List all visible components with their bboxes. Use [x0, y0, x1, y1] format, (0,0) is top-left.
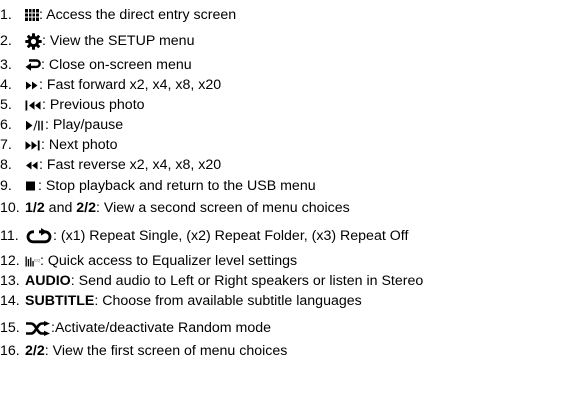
item-description: : View the SETUP menu — [42, 33, 195, 49]
item-number: 3. — [0, 57, 12, 73]
item-number: 1. — [0, 7, 12, 23]
item-description: : View the first screen of menu choices — [44, 343, 288, 359]
repeat-icon — [25, 228, 53, 244]
list-item: 7. : Next photo — [0, 134, 118, 156]
list-item: 8. : Fast reverse x2, x4, x8, x20 — [0, 154, 221, 176]
list-item: 1. : Access the direct entry screen — [0, 4, 236, 26]
list-item: 6. : Play/pause — [0, 114, 123, 136]
direct-entry-grid-icon — [25, 9, 39, 21]
page-two-label: 2/2 — [25, 343, 45, 359]
audio-label: AUDIO — [25, 273, 71, 289]
page-two-label: 2/2 — [76, 200, 97, 216]
item-number: 13. — [0, 273, 20, 289]
item-description: : Quick access to Equalizer level settin… — [40, 253, 298, 269]
list-item: 3. : Close on-screen menu — [0, 54, 192, 76]
return-arrow-icon — [25, 58, 41, 72]
list-item: 9. : Stop playback and return to the USB… — [0, 175, 316, 197]
item-description: : Access the direct entry screen — [39, 7, 237, 23]
list-item: 4. : Fast forward x2, x4, x8, x20 — [0, 74, 221, 96]
previous-track-icon — [25, 100, 42, 111]
list-item: 11. : (x1) Repeat Single, (x2) Repeat Fo… — [0, 225, 408, 247]
item-number: 6. — [0, 117, 12, 133]
list-item: 12. EQ : Quick access to Equalizer level… — [0, 250, 297, 272]
remote-control-legend: 1. : Access the direct entry screen 2.:… — [0, 0, 572, 396]
item-number: 16. — [0, 343, 20, 359]
list-item: 15. :Activate/deactivate Random mode — [0, 317, 271, 339]
item-description: : Fast forward x2, x4, x8, x20 — [39, 77, 222, 93]
list-item: 5. : Previous photo — [0, 94, 145, 116]
item-description: :Activate/deactivate Random mode — [51, 320, 272, 336]
stop-icon — [25, 181, 38, 191]
subtitle-label: SUBTITLE — [25, 293, 95, 309]
item-description: : Previous photo — [42, 97, 145, 113]
equalizer-icon: EQ — [25, 256, 40, 267]
shuffle-icon — [25, 320, 51, 336]
next-track-icon — [25, 140, 41, 151]
item-description: : Fast reverse x2, x4, x8, x20 — [39, 157, 222, 173]
item-number: 11. — [0, 228, 19, 244]
item-number: 7. — [0, 137, 12, 153]
fast-forward-icon — [25, 81, 39, 90]
list-item: 14. SUBTITLE : Choose from available sub… — [0, 290, 362, 312]
item-description: : Send audio to Left or Right speakers o… — [70, 273, 424, 289]
list-item: 10. 1/2 and 2/2 : View a second screen o… — [0, 197, 350, 219]
item-description: : View a second screen of menu choices — [96, 200, 350, 216]
item-description: : Play/pause — [45, 117, 124, 133]
item-number: 9. — [0, 178, 12, 194]
item-number: 14. — [0, 293, 20, 309]
item-description: : Next photo — [41, 137, 118, 153]
fast-reverse-icon — [25, 161, 39, 170]
item-number: 12. — [0, 253, 20, 269]
list-item: 13. AUDIO : Send audio to Left or Right … — [0, 270, 423, 292]
list-item: 16. 2/2 : View the first screen of menu … — [0, 340, 287, 362]
conjunction-text: and — [44, 200, 77, 216]
item-description: : Stop playback and return to the USB me… — [38, 178, 316, 194]
play-pause-icon — [25, 119, 45, 131]
item-number: 15. — [0, 320, 20, 336]
item-number: 5. — [0, 97, 12, 113]
item-number: 10. — [0, 200, 20, 216]
item-number: 8. — [0, 157, 12, 173]
list-item: 2. : View the SETUP menu — [0, 30, 194, 52]
page-one-label: 1/2 — [25, 200, 45, 216]
item-number: 4. — [0, 77, 12, 93]
setup-gear-icon — [25, 32, 42, 50]
item-number: 2. — [0, 33, 12, 49]
item-description: : (x1) Repeat Single, (x2) Repeat Folder… — [53, 228, 409, 244]
item-description: : Close on-screen menu — [41, 57, 192, 73]
item-description: : Choose from available subtitle languag… — [94, 293, 362, 309]
